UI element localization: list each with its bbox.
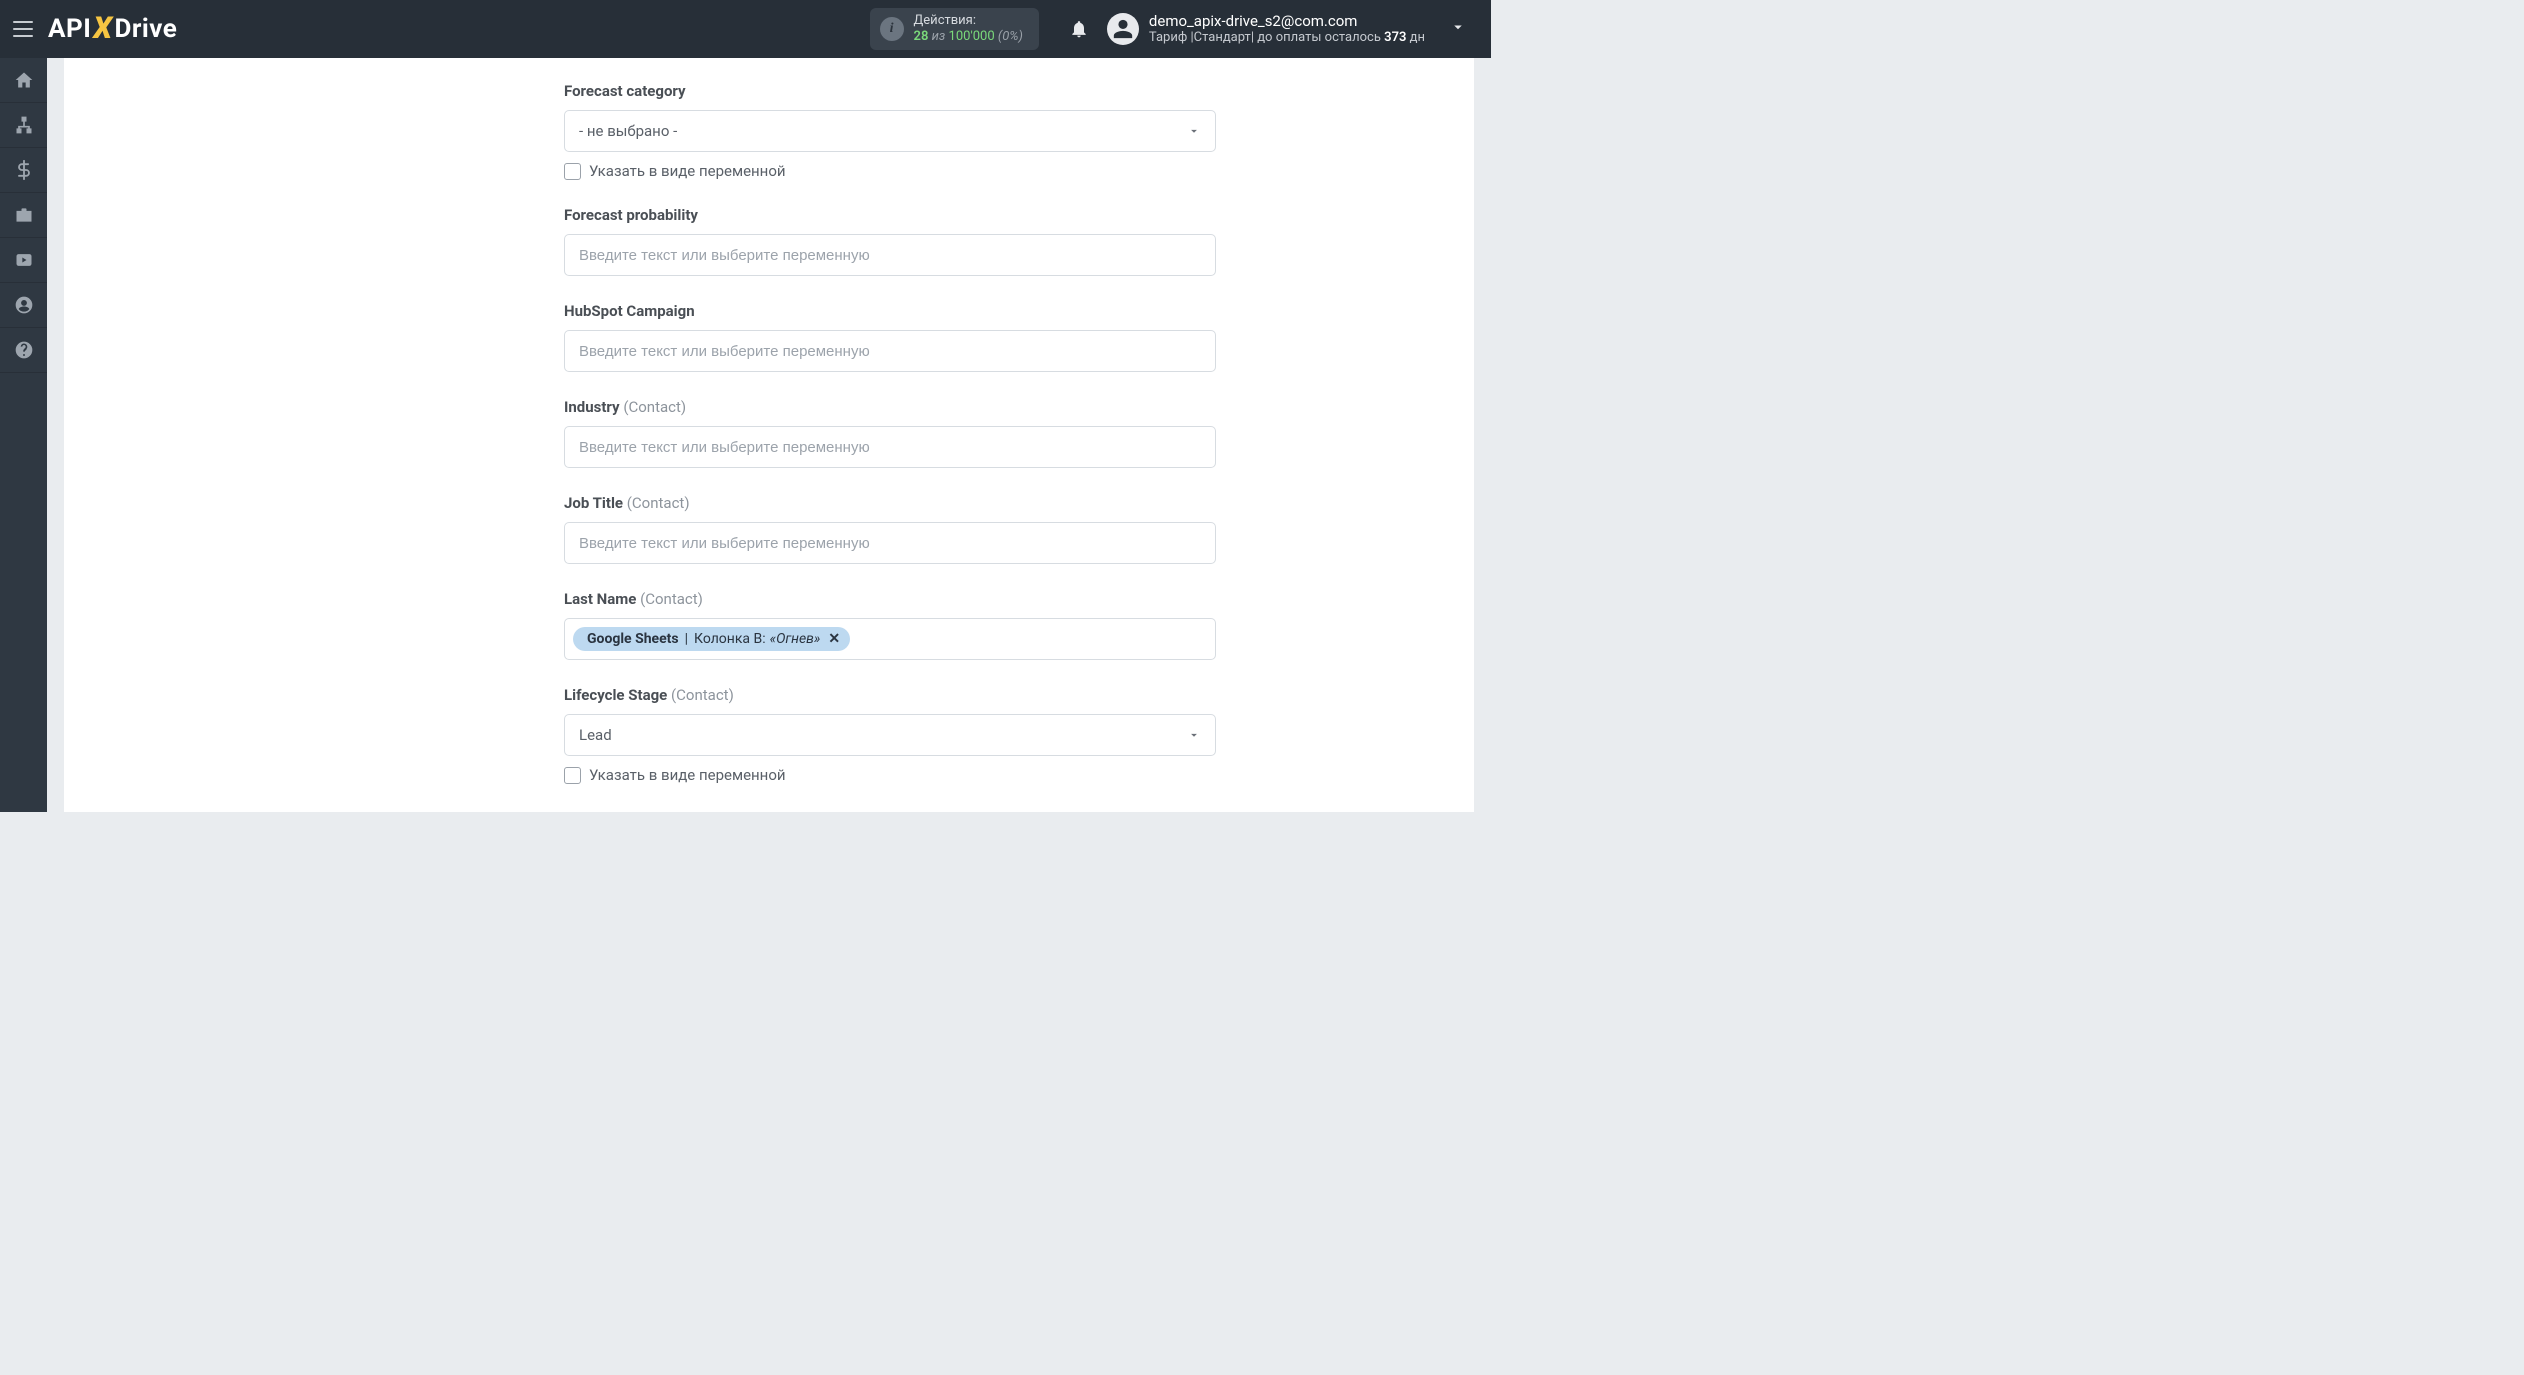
field-label: Lifecycle Stage (Contact) <box>564 686 1216 704</box>
question-icon <box>14 340 34 360</box>
field-label: Industry (Contact) <box>564 398 1216 416</box>
tag-source: Google Sheets <box>587 631 679 647</box>
user-circle-icon <box>14 295 34 315</box>
user-email: demo_apix-drive_s2@com.com <box>1149 12 1425 31</box>
bell-icon <box>1069 19 1089 39</box>
checkbox-variable-lifecycle-stage[interactable] <box>564 767 581 784</box>
nav-connections[interactable] <box>0 103 47 148</box>
select-forecast-category[interactable]: - не выбрано - <box>564 110 1216 152</box>
field-mobile-phone: Mobile Phone Number (Contact) <box>564 810 1216 812</box>
chevron-down-icon <box>1449 18 1467 36</box>
nav-video[interactable] <box>0 238 47 283</box>
actions-label: Действия: <box>914 13 1023 29</box>
field-last-name: Last Name (Contact) Google Sheets | Коло… <box>564 590 1216 660</box>
actions-counter[interactable]: i Действия: 28 из 100'000 (0%) <box>870 8 1039 50</box>
briefcase-icon <box>14 205 34 225</box>
text-input[interactable] <box>579 247 1201 264</box>
user-tariff: Тариф |Стандарт| до оплаты осталось 373 … <box>1149 30 1425 46</box>
actions-count: 28 <box>914 29 929 44</box>
actions-of: из <box>932 29 946 44</box>
user-text: demo_apix-drive_s2@com.com Тариф |Станда… <box>1149 12 1425 47</box>
avatar <box>1107 13 1139 45</box>
actions-text: Действия: 28 из 100'000 (0%) <box>914 13 1023 44</box>
nav-help[interactable] <box>0 328 47 373</box>
chevron-down-icon <box>1187 124 1201 138</box>
nav-home[interactable] <box>0 58 47 103</box>
logo-x: X <box>93 11 112 46</box>
info-icon: i <box>880 17 904 41</box>
field-label: Job Title (Contact) <box>564 494 1216 512</box>
logo[interactable]: API X Drive <box>48 12 177 47</box>
youtube-icon <box>14 250 34 270</box>
select-lifecycle-stage[interactable]: Lead <box>564 714 1216 756</box>
input-last-name[interactable]: Google Sheets | Колонка B: «Огнев» ✕ <box>564 618 1216 660</box>
notifications-button[interactable] <box>1059 19 1099 39</box>
form-card: Forecast category - не выбрано - Указать… <box>64 58 1474 812</box>
main-content: Forecast category - не выбрано - Указать… <box>47 58 1491 812</box>
sidebar <box>0 58 47 812</box>
field-label: Last Name (Contact) <box>564 590 1216 608</box>
app-header: API X Drive i Действия: 28 из 100'000 (0… <box>0 0 1491 58</box>
chevron-down-icon <box>1187 728 1201 742</box>
actions-total: 100'000 <box>949 29 995 44</box>
text-input[interactable] <box>579 439 1201 456</box>
input-industry[interactable] <box>564 426 1216 468</box>
variable-checkbox-row: Указать в виде переменной <box>564 162 1216 180</box>
input-job-title[interactable] <box>564 522 1216 564</box>
checkbox-label: Указать в виде переменной <box>589 766 786 784</box>
text-input[interactable] <box>579 535 1201 552</box>
checkbox-variable-forecast-category[interactable] <box>564 163 581 180</box>
field-label: Mobile Phone Number (Contact) <box>564 810 1216 812</box>
field-forecast-category: Forecast category - не выбрано - Указать… <box>564 82 1216 180</box>
tag-remove[interactable]: ✕ <box>828 631 840 647</box>
user-menu[interactable]: demo_apix-drive_s2@com.com Тариф |Станда… <box>1107 12 1425 47</box>
field-label: Forecast category <box>564 82 1216 100</box>
user-icon <box>1112 18 1134 40</box>
variable-tag: Google Sheets | Колонка B: «Огнев» ✕ <box>573 627 850 651</box>
nav-briefcase[interactable] <box>0 193 47 238</box>
checkbox-label: Указать в виде переменной <box>589 162 786 180</box>
sitemap-icon <box>14 115 34 135</box>
field-hubspot-campaign: HubSpot Campaign <box>564 302 1216 372</box>
field-job-title: Job Title (Contact) <box>564 494 1216 564</box>
field-label: Forecast probability <box>564 206 1216 224</box>
select-value: Lead <box>579 726 1187 744</box>
actions-pct: (0%) <box>998 29 1023 44</box>
dollar-icon <box>14 160 34 180</box>
menu-toggle[interactable] <box>0 0 46 58</box>
field-lifecycle-stage: Lifecycle Stage (Contact) Lead Указать в… <box>564 686 1216 784</box>
field-label: HubSpot Campaign <box>564 302 1216 320</box>
text-input[interactable] <box>579 343 1201 360</box>
logo-drive: Drive <box>114 14 177 44</box>
field-forecast-probability: Forecast probability <box>564 206 1216 276</box>
header-caret[interactable] <box>1425 18 1477 40</box>
input-forecast-probability[interactable] <box>564 234 1216 276</box>
logo-api: API <box>48 14 91 44</box>
variable-checkbox-row: Указать в виде переменной <box>564 766 1216 784</box>
input-hubspot-campaign[interactable] <box>564 330 1216 372</box>
field-industry: Industry (Contact) <box>564 398 1216 468</box>
nav-account[interactable] <box>0 283 47 328</box>
select-value: - не выбрано - <box>579 122 1187 140</box>
hamburger-icon <box>13 21 33 37</box>
home-icon <box>14 70 34 90</box>
nav-billing[interactable] <box>0 148 47 193</box>
